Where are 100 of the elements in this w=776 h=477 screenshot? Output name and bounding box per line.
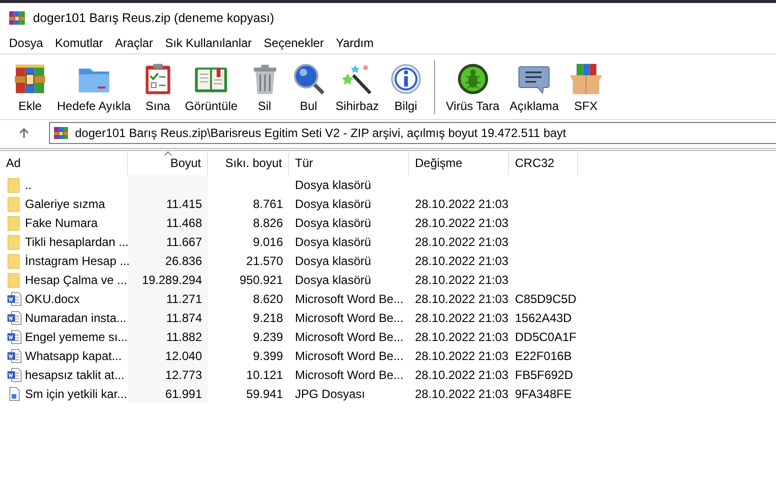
- up-arrow-icon[interactable]: [18, 127, 30, 139]
- table-cell: 10.121: [246, 368, 283, 382]
- table-cell: 28.10.2022 21:03: [415, 272, 508, 286]
- name-cell[interactable]: Numaradan insta...: [25, 310, 126, 324]
- name-cell[interactable]: Sm için yetkili kar...: [25, 386, 128, 400]
- table-cell: 11.271: [166, 292, 202, 306]
- table-cell: 12.040: [165, 348, 202, 362]
- table-cell: 28.10.2022 21:03: [415, 348, 508, 362]
- table-cell: 59.941: [246, 386, 283, 400]
- table-cell: Dosya klasörü: [295, 234, 372, 248]
- menu-item[interactable]: Araçlar: [109, 36, 160, 50]
- toolbar-button[interactable]: Sihirbaz: [330, 60, 384, 114]
- folder-icon: [7, 272, 22, 288]
- table-cell: Dosya klasörü: [295, 272, 372, 286]
- toolbar-button[interactable]: Sına: [136, 60, 180, 114]
- window-title: doger101 Barış Reus.zip (deneme kopyası): [33, 11, 274, 25]
- menu-item[interactable]: Dosya: [3, 36, 50, 50]
- table-cell: Dosya klasörü: [295, 216, 372, 230]
- table-cell: 28.10.2022 21:03: [415, 196, 508, 210]
- table-cell: JPG Dosyası: [295, 386, 366, 400]
- toolbar-button[interactable]: Bul: [286, 60, 331, 114]
- column-header[interactable]: Ad: [0, 151, 128, 175]
- table-cell: 11.667: [166, 234, 202, 248]
- table-cell: 28.10.2022 21:03: [415, 254, 508, 268]
- table-cell: 28.10.2022 21:03: [415, 368, 508, 382]
- folder-icon: [7, 252, 22, 268]
- menu-item[interactable]: Yardım: [330, 36, 380, 50]
- table-cell: 8.620: [252, 292, 283, 306]
- folder-icon: [7, 196, 22, 212]
- name-cell[interactable]: OKU.docx: [25, 292, 80, 306]
- table-cell: 9.218: [252, 310, 283, 324]
- table-cell: Microsoft Word Be...: [295, 330, 404, 344]
- path-field[interactable]: doger101 Barış Reus.zip\Barisreus Egitim Seti V2 - ZIP arşivi, açılmış boyut 19.472.511 bayt: [49, 122, 776, 144]
- table-cell: 12.773: [165, 368, 202, 382]
- table-cell: 9.399: [252, 348, 283, 362]
- toolbar-button[interactable]: Görüntüle: [180, 60, 243, 114]
- column-header[interactable]: CRC32: [509, 151, 578, 175]
- name-cell[interactable]: Hesap Çalma ve ...: [25, 272, 128, 286]
- word-document-icon: [7, 366, 22, 382]
- name-cell[interactable]: Whatsapp kapat...: [25, 348, 122, 362]
- archive-icon: [53, 125, 69, 141]
- menu-item[interactable]: Seçenekler: [258, 36, 330, 50]
- table-cell: 11.874: [166, 310, 202, 324]
- table-cell: 9.016: [252, 234, 283, 248]
- toolbar-button[interactable]: Sil: [242, 60, 287, 114]
- name-cell[interactable]: ..: [25, 178, 32, 192]
- table-cell: 9FA348FE: [515, 386, 572, 400]
- name-cell[interactable]: hesapsız taklit at...: [25, 368, 124, 382]
- folder-icon: [7, 214, 22, 230]
- table-cell: Microsoft Word Be...: [295, 368, 404, 382]
- table-cell: 1562A43D: [515, 310, 572, 324]
- word-document-icon: [7, 328, 22, 344]
- table-cell: 28.10.2022 21:03: [415, 292, 508, 306]
- bug-icon: [456, 62, 490, 96]
- table-cell: 19.289.294: [142, 272, 202, 286]
- toolbar-button[interactable]: Açıklama: [504, 60, 564, 114]
- name-cell[interactable]: Galeriye sızma: [25, 196, 106, 210]
- table-cell: Dosya klasörü: [295, 178, 372, 192]
- toolbar-button[interactable]: Ekle: [8, 60, 52, 114]
- name-cell[interactable]: Fake Numara: [25, 216, 98, 230]
- image-file-icon: [7, 386, 22, 402]
- table-cell: 26.836: [165, 254, 202, 268]
- table-cell: 28.10.2022 21:03: [415, 386, 508, 400]
- box-icon: [568, 62, 603, 96]
- word-document-icon: [7, 290, 22, 306]
- name-cell[interactable]: Engel yememe sı...: [25, 330, 128, 344]
- table-cell: Microsoft Word Be...: [295, 310, 404, 324]
- table-cell: E22F016B: [515, 348, 572, 362]
- table-cell: Dosya klasörü: [295, 196, 372, 210]
- table-cell: 28.10.2022 21:03: [415, 216, 508, 230]
- name-cell[interactable]: Tikli hesaplardan ...: [25, 234, 129, 248]
- table-cell: 11.468: [166, 216, 202, 230]
- word-document-icon: [7, 348, 22, 364]
- table-cell: 21.570: [246, 254, 283, 268]
- table-cell: 28.10.2022 21:03: [415, 330, 508, 344]
- table-cell: 8.761: [252, 196, 283, 210]
- table-cell: FB5F692D: [515, 368, 574, 382]
- toolbar-button[interactable]: SFX: [564, 60, 608, 114]
- sort-caret-icon: [164, 151, 172, 156]
- table-cell: 28.10.2022 21:03: [415, 234, 508, 248]
- table-cell: DD5C0A1F: [515, 330, 576, 344]
- toolbar-button[interactable]: Virüs Tara: [440, 60, 504, 114]
- column-header[interactable]: Değişme: [409, 151, 509, 175]
- name-cell[interactable]: İnstagram Hesap ...: [25, 254, 130, 268]
- table-cell: 9.239: [252, 330, 283, 344]
- toolbar-button[interactable]: Hedefe Ayıkla: [52, 60, 136, 114]
- table-cell: C85D9C5D: [515, 292, 576, 306]
- table-cell: Microsoft Word Be...: [295, 292, 404, 306]
- menu-item[interactable]: Sık Kullanılanlar: [159, 36, 258, 50]
- word-document-icon: [7, 310, 22, 326]
- table-cell: 28.10.2022 21:03: [415, 310, 508, 324]
- column-header[interactable]: Sıkı. boyut: [208, 151, 289, 175]
- menu-item[interactable]: Komutlar: [49, 36, 110, 50]
- magnifier-icon: [292, 62, 326, 96]
- folder-icon: [7, 176, 22, 192]
- info-icon: [388, 62, 423, 96]
- table-cell: 61.991: [165, 386, 202, 400]
- toolbar-button[interactable]: Bilgi: [384, 60, 428, 114]
- column-header[interactable]: Tür: [289, 151, 409, 175]
- archive-icon: [8, 9, 26, 27]
